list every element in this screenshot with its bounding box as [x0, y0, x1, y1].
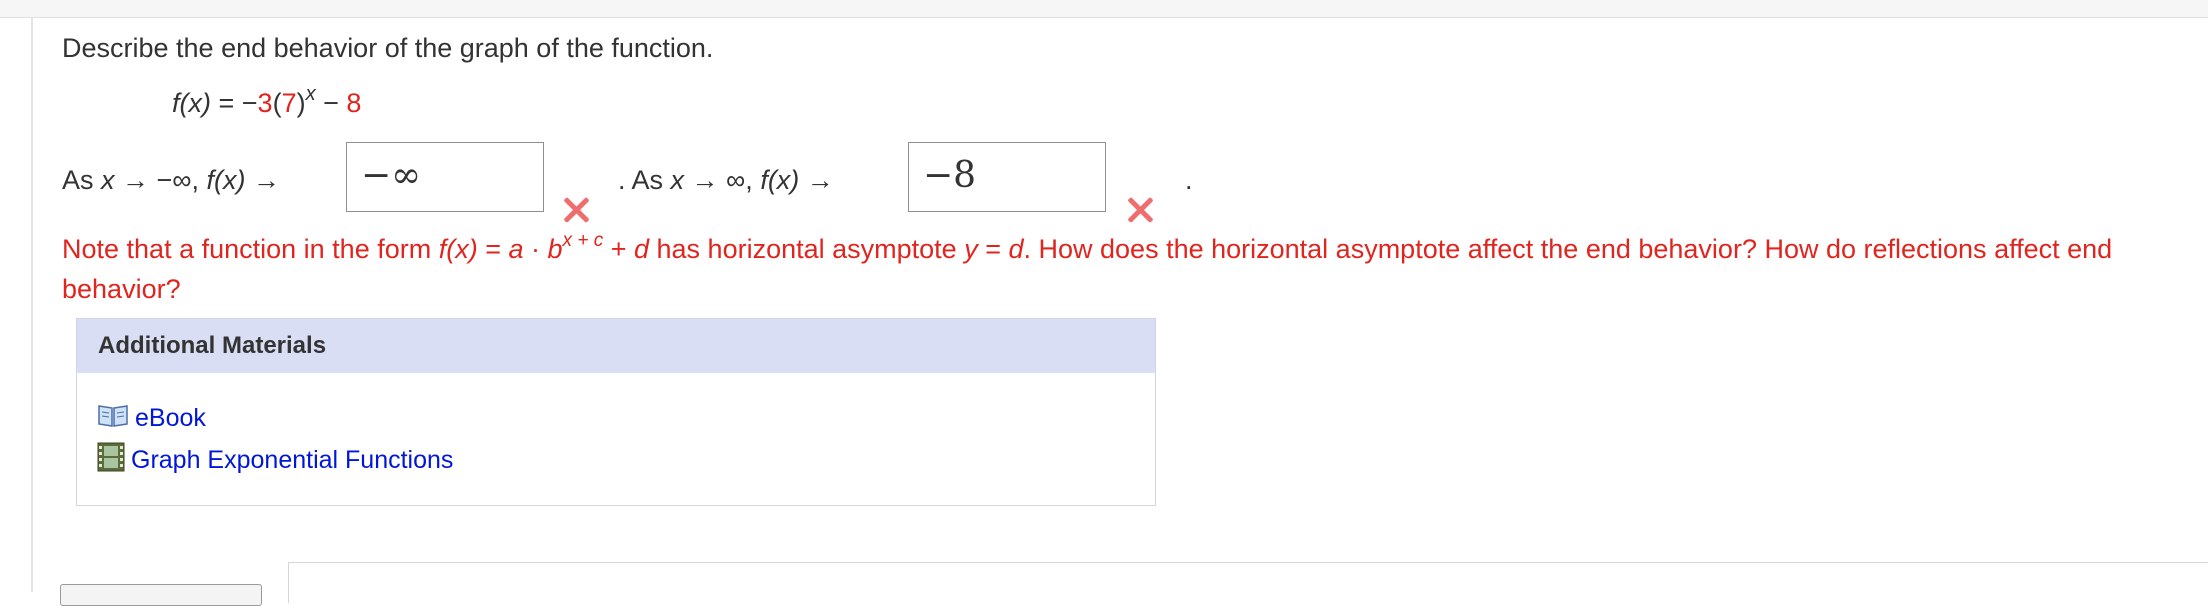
note-text: +: [603, 234, 634, 264]
note-var-d: d: [633, 234, 650, 264]
additional-materials-panel: Additional Materials eBook Graph Exponen…: [76, 318, 1156, 506]
ebook-link[interactable]: eBook: [97, 402, 206, 435]
graph-exponential-functions-link-label: Graph Exponential Functions: [131, 446, 454, 474]
equation-coefficient: 3: [257, 88, 273, 118]
note-text: Note that a function in the form: [62, 234, 439, 264]
equation-exponent: x: [305, 83, 316, 105]
answer-input-right[interactable]: −8: [908, 142, 1106, 212]
equation-minus: −: [315, 88, 347, 118]
fx-text: f(x): [760, 165, 800, 195]
arrow-text: →: [245, 165, 281, 195]
note-text: =: [977, 234, 1009, 264]
book-icon: [97, 402, 129, 435]
function-equation: f(x) = −3(7)x − 8: [172, 84, 362, 119]
equation-paren-close: ): [296, 88, 306, 118]
note-text: has horizontal asymptote: [649, 234, 965, 264]
arrow-text: → ∞,: [684, 165, 761, 195]
note-var-a: a: [508, 234, 524, 264]
note-exponent: x + c: [562, 230, 604, 251]
note-fx: f(x): [438, 234, 478, 264]
additional-materials-header: Additional Materials: [77, 319, 1155, 373]
equation-lhs: f(x): [172, 88, 211, 118]
film-icon: [97, 442, 125, 479]
equation-paren-open: (: [272, 88, 282, 118]
equation-constant: 8: [346, 88, 362, 118]
feedback-note: Note that a function in the form f(x) = …: [62, 229, 2142, 309]
note-text: =: [477, 234, 509, 264]
trailing-period: .: [1185, 165, 1193, 195]
incorrect-x-icon: [1126, 196, 1154, 224]
top-strip: [0, 0, 2208, 18]
x-var: x: [101, 165, 115, 195]
answer-input-left[interactable]: −∞: [346, 142, 544, 212]
arrow-text: →: [799, 165, 834, 195]
end-behavior-left-label: As x → −∞, f(x) →: [62, 165, 280, 196]
note-text: ·: [523, 234, 548, 264]
question-prompt: Describe the end behavior of the graph o…: [62, 33, 714, 63]
graph-exponential-functions-link[interactable]: Graph Exponential Functions: [97, 442, 453, 479]
ebook-link-label: eBook: [135, 404, 206, 432]
end-behavior-right-label: . As x → ∞, f(x) →: [618, 165, 834, 196]
fx-text: f(x): [206, 165, 246, 195]
equation-base: 7: [281, 88, 297, 118]
equation-equals: = −: [210, 88, 258, 118]
bottom-button[interactable]: [60, 584, 262, 606]
x-var: x: [670, 165, 685, 195]
bottom-panel: [288, 562, 2208, 603]
note-var-d: d: [1008, 234, 1024, 264]
note-var-y: y: [964, 234, 978, 264]
as-text: As: [62, 165, 102, 195]
period-text: .: [618, 165, 626, 195]
left-rule: [31, 17, 33, 592]
arrow-text: → −∞,: [114, 165, 207, 195]
note-var-b: b: [547, 234, 563, 264]
incorrect-x-icon: [562, 196, 590, 224]
as-text: As: [625, 165, 671, 195]
